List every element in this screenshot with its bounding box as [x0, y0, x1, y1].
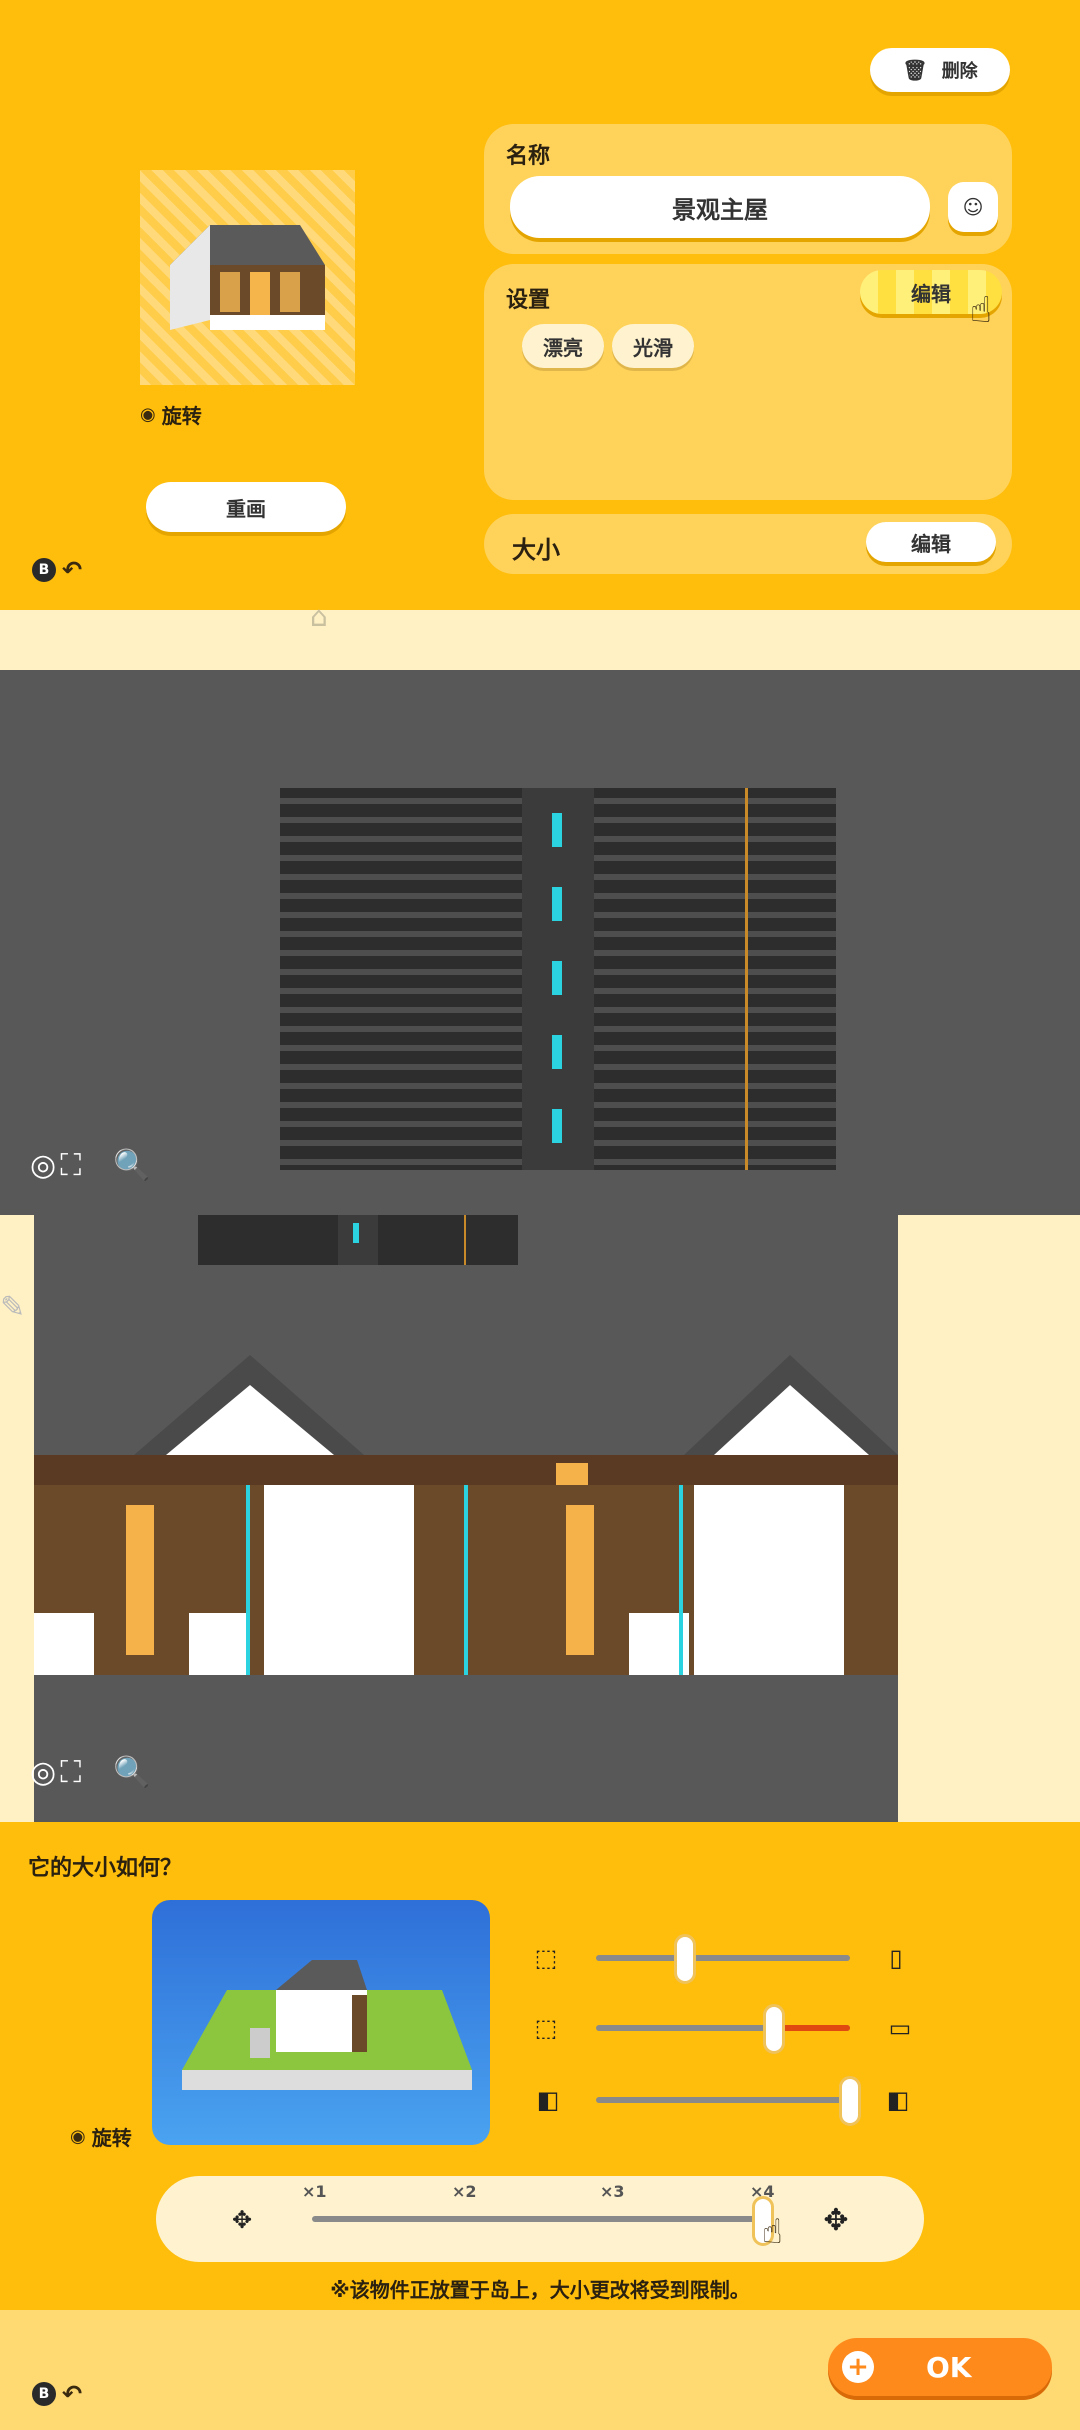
scale-pointer-hand-icon: ☝ [762, 2212, 783, 2252]
scale-slider[interactable] [312, 2216, 764, 2222]
object-preview [140, 170, 355, 385]
ok-button[interactable]: + OK [828, 2338, 1052, 2396]
name-field[interactable]: 景观主屋 [510, 176, 930, 238]
ridge-tile [552, 887, 562, 921]
edit-label: 编辑 [911, 281, 951, 306]
house-thumbnail [170, 225, 325, 330]
handle-icon: ⌂ [310, 600, 328, 633]
height-slider[interactable] [596, 1955, 850, 1961]
roof-pattern [280, 788, 836, 1170]
voice-button[interactable]: ☺ [948, 182, 998, 232]
depth-large-icon: ◧ [886, 2086, 910, 2114]
mini-preview [198, 1215, 518, 1265]
stick-rotate-icon-2: ◎ [30, 1755, 57, 1790]
divider-strip [0, 610, 1080, 670]
size-edit-label: 编辑 [911, 531, 951, 556]
ridge-tile [552, 1035, 562, 1069]
trash-icon: 🗑 [902, 58, 928, 82]
b-button-icon: B [32, 558, 56, 582]
tag-smooth-label: 光滑 [633, 335, 673, 360]
settings-label: 设置 [506, 288, 551, 313]
zoom-icon: 🔍 [113, 1148, 151, 1183]
stick-rotate-icon: ◎ [30, 1148, 57, 1183]
tag-smooth: 光滑 [612, 324, 694, 368]
ok-label: OK [926, 2350, 972, 2384]
stick-icon-2: ◉ [70, 2126, 86, 2147]
pointer-hand-icon: ☝ [970, 290, 992, 331]
bottom-back-control[interactable]: B ↶ [32, 2380, 82, 2408]
delete-label: 删除 [941, 61, 978, 82]
tag-pretty: 漂亮 [522, 324, 604, 368]
voice-icon: ☺ [962, 195, 984, 219]
plus-icon: + [842, 2351, 874, 2383]
depth-slider-knob[interactable] [839, 2076, 861, 2126]
b-button-icon-2: B [32, 2382, 56, 2406]
zoom-icon-2: 🔍 [113, 1755, 151, 1790]
ridge-tile [552, 1109, 562, 1143]
height-slider-knob[interactable] [673, 1934, 696, 1984]
scale-tick-3: ×3 [600, 2182, 625, 2201]
size-question: 它的大小如何？ [28, 1856, 183, 1881]
redraw-button[interactable]: 重画 [146, 482, 346, 532]
island-preview [152, 1900, 490, 2145]
expand-icon-2: ⛶ [60, 1755, 82, 1790]
height-large-icon: ▯ [889, 1944, 903, 1972]
depth-small-icon: ◧ [536, 2086, 560, 2114]
scale-tick-1: ×1 [302, 2182, 327, 2201]
size-notice: ※该物件正放置于岛上，大小更改将受到限制。 [330, 2278, 750, 2302]
depth-slider[interactable] [596, 2097, 850, 2103]
name-value: 景观主屋 [672, 195, 768, 224]
width-large-icon: ▭ [888, 2014, 912, 2042]
island-scene [182, 1960, 472, 2090]
delete-button[interactable]: 🗑 删除 [870, 48, 1010, 92]
shrink-all-icon: ✥ [231, 2206, 253, 2234]
stick-icon: ◉ [140, 404, 156, 425]
canvas-side-tools[interactable]: ◎ ⛶ 🔍 [30, 1755, 151, 1790]
bottom-rotate-control[interactable]: ◉ 旋转 [70, 2122, 132, 2151]
height-small-icon: ⬚ [534, 1944, 558, 1972]
width-slider-knob[interactable] [762, 2004, 785, 2054]
pencil-icon[interactable]: ✎ [0, 1290, 25, 1325]
bottom-rotate-label: 旋转 [91, 2126, 132, 2150]
back-control[interactable]: B ↶ [32, 556, 82, 584]
size-label: 大小 [512, 536, 560, 564]
expand-icon: ⛶ [60, 1148, 82, 1183]
right-margin [898, 1215, 1080, 1822]
house-front-view [34, 1355, 898, 1675]
width-small-icon: ⬚ [534, 2014, 558, 2042]
back-arrow-icon-2: ↶ [62, 2380, 83, 2408]
name-label: 名称 [506, 144, 551, 169]
tag-pretty-label: 漂亮 [543, 335, 583, 360]
back-arrow-icon: ↶ [62, 556, 83, 584]
ridge-tile [552, 961, 562, 995]
rotate-label: 旋转 [161, 404, 202, 428]
size-edit-button[interactable]: 编辑 [866, 522, 996, 562]
width-slider-overflow [773, 2025, 850, 2031]
rotate-control[interactable]: ◉ 旋转 [140, 400, 202, 429]
canvas-top-tools[interactable]: ◎ ⛶ 🔍 [30, 1148, 151, 1183]
redraw-label: 重画 [226, 496, 266, 521]
grow-all-icon: ✥ [823, 2202, 849, 2238]
ridge-tile [552, 813, 562, 847]
scale-tick-2: ×2 [452, 2182, 477, 2201]
